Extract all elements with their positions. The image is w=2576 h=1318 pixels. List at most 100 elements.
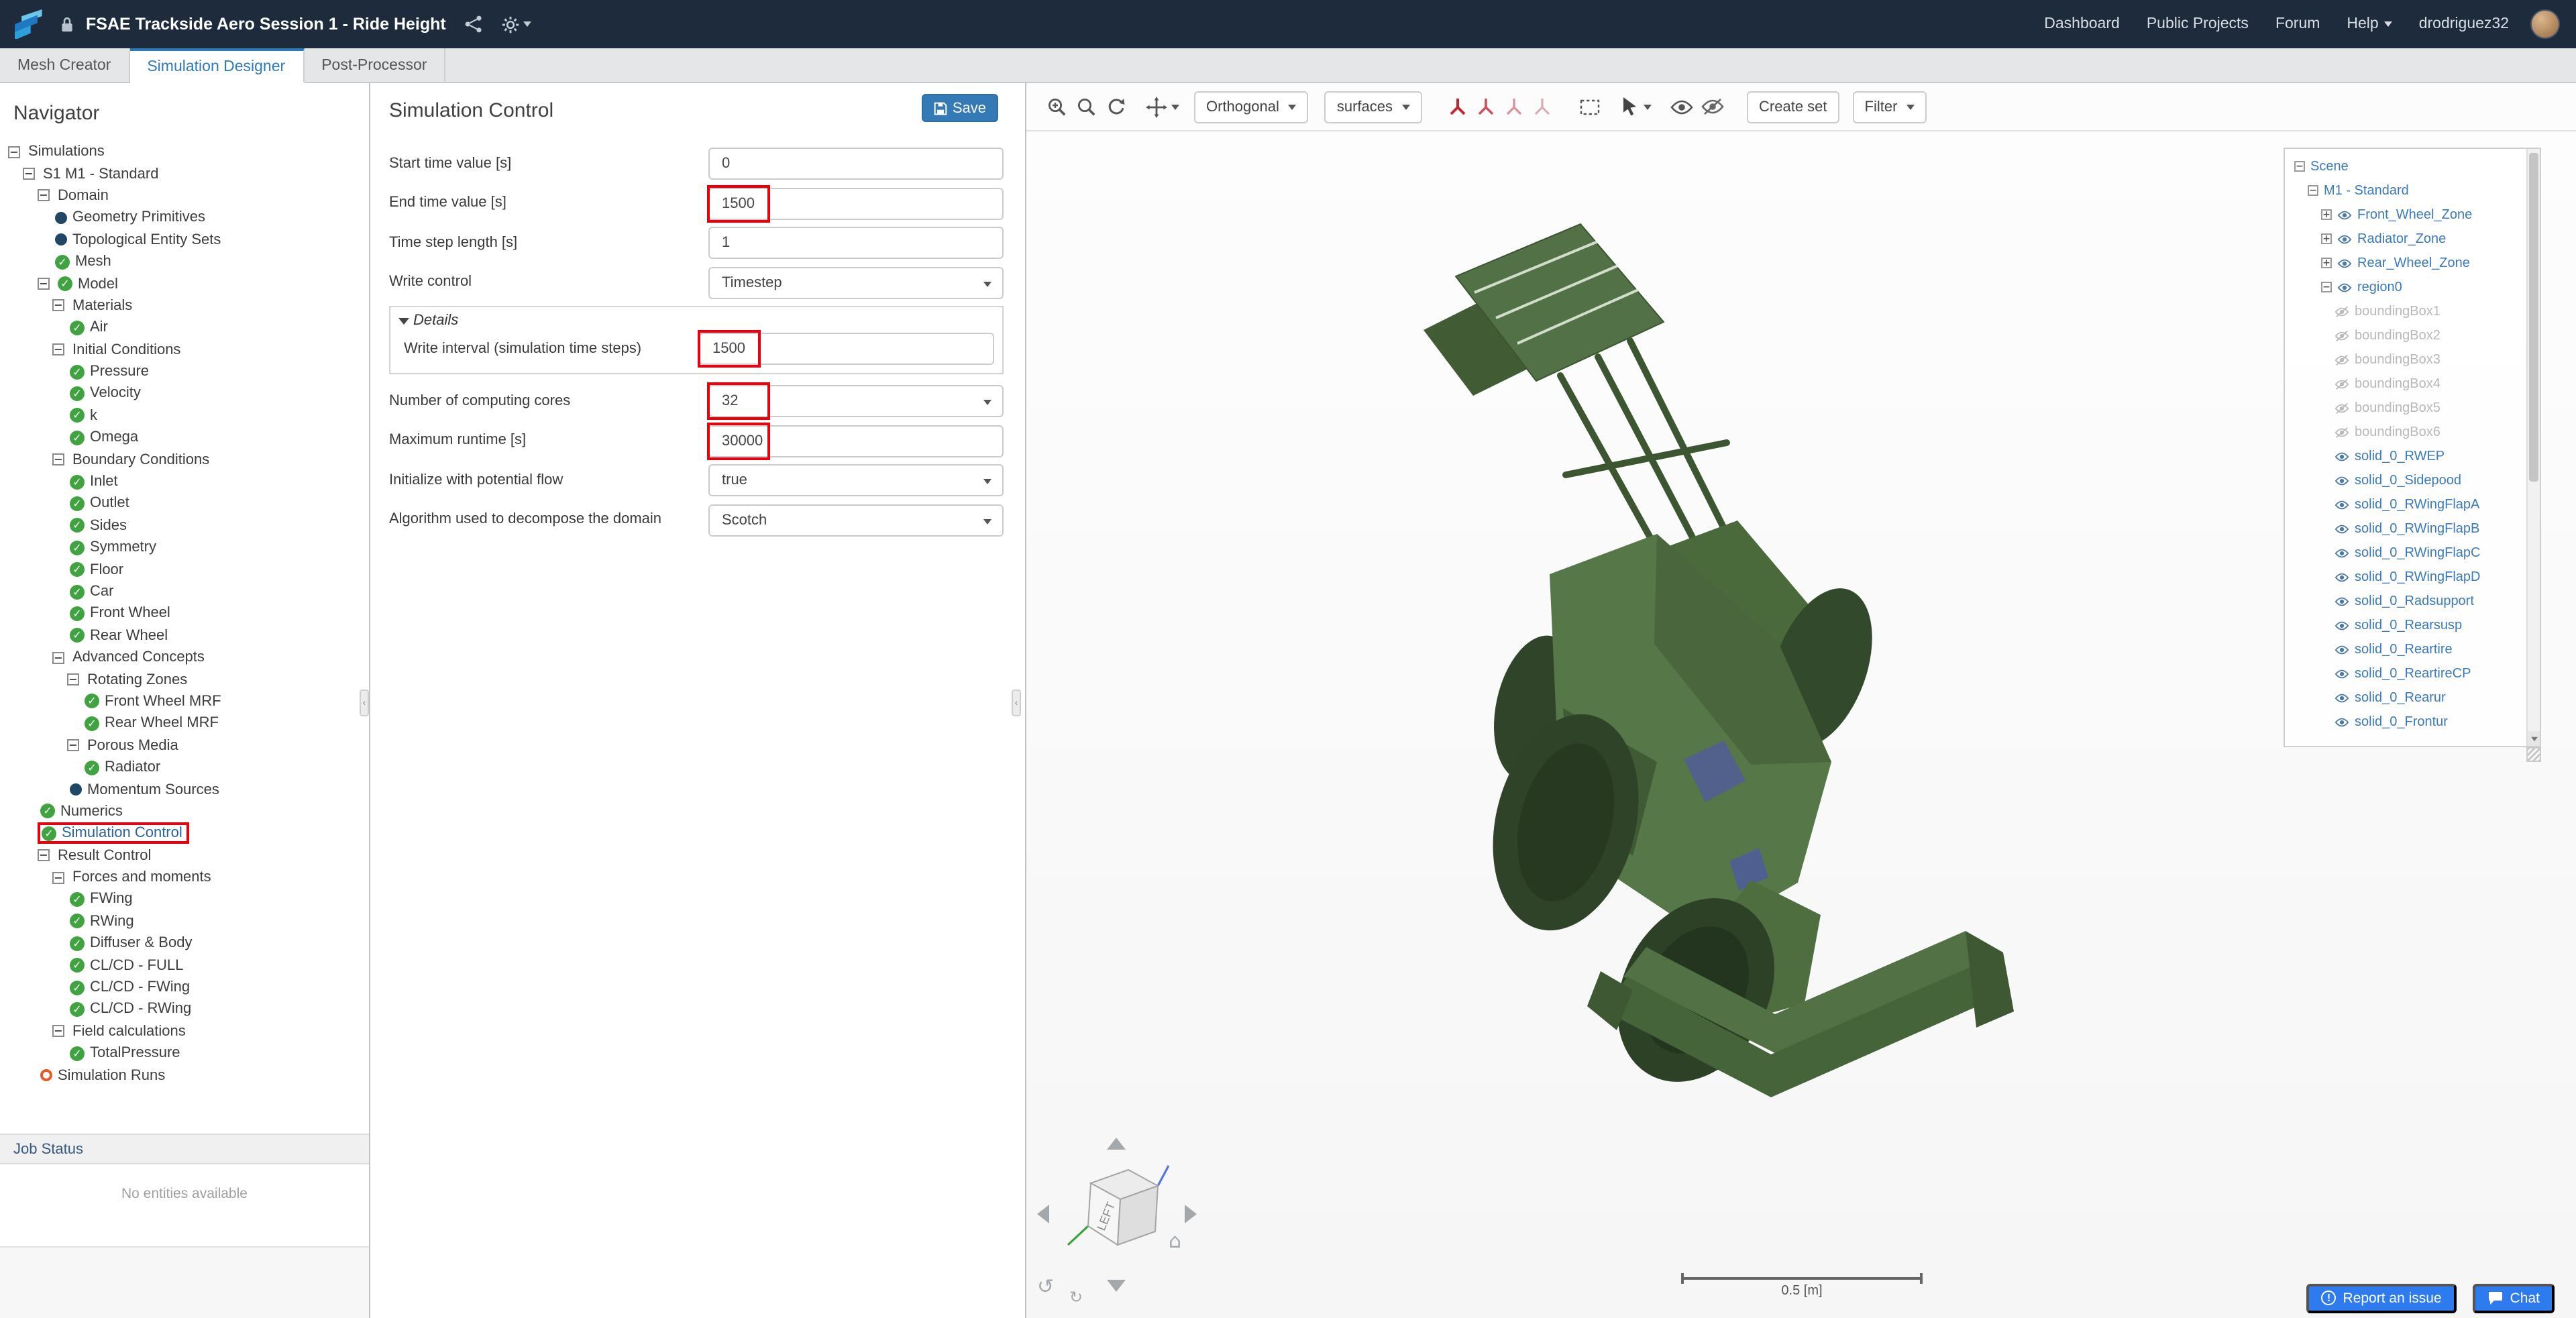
tab-simulation-designer[interactable]: Simulation Designer — [129, 48, 305, 83]
select-field[interactable]: Timestep — [708, 266, 1004, 298]
nav-tree-item[interactable]: ✓ Sides — [0, 514, 369, 537]
nav-tree-item[interactable]: ✓ Rear Wheel — [0, 624, 369, 647]
nav-tree-item[interactable]: ✓ CL/CD - RWing — [0, 998, 369, 1020]
nav-tree-item[interactable]: ✓ Symmetry — [0, 537, 369, 559]
visibility-eye-icon[interactable] — [2334, 523, 2349, 535]
rotate-up-arrow[interactable] — [1107, 1138, 1126, 1150]
scene-tree-item[interactable]: solid_0_Rearur — [2292, 685, 2522, 710]
scene-tree-item[interactable]: solid_0_Rearsusp — [2292, 613, 2522, 637]
hidden-eye-icon[interactable] — [2334, 305, 2349, 317]
nav-tree-item[interactable]: − Domain — [0, 185, 369, 207]
hidden-eye-icon[interactable] — [2334, 426, 2349, 438]
scene-tree-item[interactable]: − region0 — [2292, 275, 2522, 299]
scene-tree-item[interactable]: boundingBox3 — [2292, 347, 2522, 372]
nav-tree-item[interactable]: − Porous Media — [0, 734, 369, 757]
expand-icon[interactable]: + — [2321, 233, 2332, 244]
input-field[interactable]: 0 — [708, 148, 1004, 180]
visibility-eye-icon[interactable] — [2334, 498, 2349, 510]
scene-tree-item[interactable]: solid_0_RWingFlapB — [2292, 516, 2522, 541]
visibility-eye-icon[interactable] — [2334, 619, 2349, 631]
visibility-eye-icon[interactable] — [2334, 547, 2349, 559]
nav-help[interactable]: Help — [2347, 16, 2392, 32]
nav-tree-item[interactable]: Topological Entity Sets — [0, 229, 369, 251]
visibility-eye-icon[interactable] — [2334, 474, 2349, 486]
nav-tree-item[interactable]: − Field calculations — [0, 1020, 369, 1042]
visibility-eye-icon[interactable] — [2334, 716, 2349, 728]
nav-tree-item[interactable]: ✓ TotalPressure — [0, 1042, 369, 1064]
tab-post-processor[interactable]: Post-Processor — [304, 48, 446, 82]
nav-public-projects[interactable]: Public Projects — [2147, 16, 2249, 32]
nav-tree-item[interactable]: − Simulations — [0, 141, 369, 163]
input-field[interactable]: 30000 — [707, 422, 1004, 459]
rotate-left-arrow[interactable] — [1037, 1205, 1049, 1223]
rotate-down-arrow[interactable] — [1107, 1280, 1126, 1292]
select-volumes-filter-icon[interactable] — [1444, 91, 1472, 123]
nav-tree-item[interactable]: ✓ Inlet — [0, 471, 369, 493]
visibility-eye-icon[interactable] — [2334, 450, 2349, 462]
nav-tree-item[interactable]: − Initial Conditions — [0, 339, 369, 361]
zoom-in-icon[interactable] — [1042, 91, 1072, 123]
visibility-eye-icon[interactable] — [2334, 595, 2349, 607]
nav-dashboard[interactable]: Dashboard — [2044, 16, 2120, 32]
expand-icon[interactable]: + — [2321, 209, 2332, 220]
select-cursor-icon[interactable] — [1618, 91, 1656, 123]
collapse-icon[interactable]: − — [2294, 161, 2305, 172]
rotate-ccw-icon[interactable]: ↺ — [1037, 1274, 1054, 1299]
visibility-eye-icon[interactable] — [2334, 692, 2349, 704]
nav-tree-item[interactable]: ✓ Radiator — [0, 757, 369, 779]
nav-tree-item[interactable]: ✓ FWing — [0, 889, 369, 911]
select-vertices-filter-icon[interactable] — [1528, 91, 1556, 123]
share-icon[interactable] — [465, 15, 484, 34]
nav-tree-item[interactable]: ✓ CL/CD - FWing — [0, 977, 369, 999]
scene-tree-item[interactable]: solid_0_ReartireCP — [2292, 661, 2522, 685]
username[interactable]: drodriguez32 — [2419, 16, 2509, 32]
report-issue-button[interactable]: ! Report an issue — [2306, 1283, 2457, 1313]
nav-tree-item[interactable]: ✓ Pressure — [0, 361, 369, 383]
select-field[interactable]: 32 — [707, 382, 1004, 420]
visibility-eye-icon[interactable] — [2334, 667, 2349, 679]
orientation-cube[interactable]: LEFT — [1064, 1159, 1171, 1261]
scene-tree-item[interactable]: boundingBox4 — [2292, 372, 2522, 396]
nav-forum[interactable]: Forum — [2275, 16, 2320, 32]
visibility-eye-icon[interactable] — [2334, 643, 2349, 655]
nav-tree-item[interactable]: − S1 M1 - Standard — [0, 163, 369, 185]
show-all-eye-icon[interactable] — [1666, 91, 1697, 123]
rotate-right-arrow[interactable] — [1185, 1205, 1197, 1223]
scene-tree-scrollbar[interactable] — [2526, 149, 2540, 746]
scene-tree-item[interactable]: + Rear_Wheel_Zone — [2292, 251, 2522, 275]
hidden-eye-icon[interactable] — [2334, 402, 2349, 414]
nav-tree-item[interactable]: − Forces and moments — [0, 867, 369, 889]
viewport-canvas[interactable]: − Scene − M1 - Standard + Front_Wheel_Zone + Ra… — [1026, 131, 2576, 1318]
create-set-button[interactable]: Create set — [1747, 91, 1839, 123]
save-button[interactable]: Save — [921, 94, 998, 122]
scene-tree-item[interactable]: solid_0_Radsupport — [2292, 589, 2522, 613]
collapse-icon[interactable]: − — [52, 343, 64, 356]
nav-tree-item[interactable]: ✓ Numerics — [0, 800, 369, 822]
expand-icon[interactable]: + — [2321, 258, 2332, 268]
scene-tree-item[interactable]: solid_0_Sidepood — [2292, 468, 2522, 492]
scene-tree-item[interactable]: solid_0_RWingFlapC — [2292, 541, 2522, 565]
collapse-icon[interactable]: − — [23, 168, 35, 180]
scene-tree-item[interactable]: boundingBox6 — [2292, 420, 2522, 444]
details-header[interactable]: Details — [398, 313, 994, 329]
visibility-eye-icon[interactable] — [2337, 257, 2352, 269]
scene-tree-item[interactable]: solid_0_RWingFlapA — [2292, 492, 2522, 516]
collapse-icon[interactable]: − — [52, 299, 64, 312]
collapse-icon[interactable]: − — [38, 278, 50, 290]
collapse-icon[interactable]: − — [52, 651, 64, 664]
scene-tree-item[interactable]: solid_0_RWEP — [2292, 444, 2522, 468]
panel-collapse-handle[interactable]: ‹ — [1012, 690, 1021, 716]
scene-tree-item[interactable]: solid_0_RWingFlapD — [2292, 565, 2522, 589]
scrollbar-thumb[interactable] — [2529, 153, 2538, 482]
collapse-icon[interactable]: − — [67, 739, 79, 752]
collapse-icon[interactable]: − — [38, 849, 50, 862]
rotate-cw-icon[interactable]: ↻ — [1069, 1288, 1083, 1307]
collapse-icon[interactable]: − — [52, 871, 64, 884]
hidden-eye-icon[interactable] — [2334, 378, 2349, 390]
nav-tree-item[interactable]: ✓ CL/CD - FULL — [0, 954, 369, 977]
collapse-icon[interactable]: − — [2308, 185, 2318, 196]
select-field[interactable]: true — [708, 464, 1004, 496]
collapse-icon[interactable]: − — [52, 453, 64, 466]
collapse-icon[interactable]: − — [67, 673, 79, 686]
nav-tree-item[interactable]: ✓ k — [0, 404, 369, 427]
